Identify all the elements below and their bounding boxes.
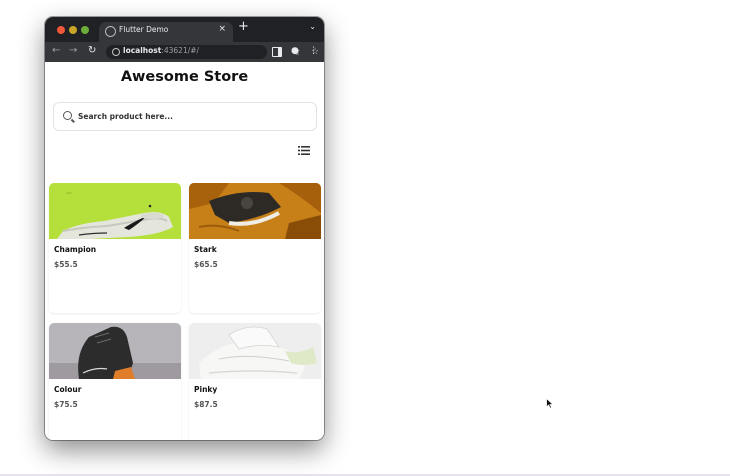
- app-content: Awesome Store Search product here... Cha…: [45, 62, 324, 440]
- new-tab-button[interactable]: +: [238, 20, 249, 34]
- profile-icon[interactable]: ●: [291, 46, 299, 56]
- product-name: Champion: [54, 245, 97, 254]
- product-price: $75.5: [54, 400, 78, 409]
- product-card-stark[interactable]: Stark $65.5: [189, 183, 321, 313]
- product-card-pinky[interactable]: Pinky $87.5: [189, 323, 321, 440]
- product-image-colour: [49, 323, 181, 379]
- product-card-champion[interactable]: Champion $55.5: [49, 183, 181, 313]
- minimize-window-button[interactable]: [69, 26, 77, 34]
- search-icon: [63, 111, 72, 120]
- tab-strip: Flutter Demo × + ⌄: [45, 17, 324, 42]
- browser-window: Flutter Demo × + ⌄ ← → ↻ localhost:43621…: [45, 17, 324, 440]
- product-price: $55.5: [54, 260, 78, 269]
- tab-title: Flutter Demo: [119, 25, 169, 34]
- mouse-cursor-icon: [546, 398, 554, 409]
- list-view-icon[interactable]: [298, 146, 310, 155]
- side-panel-icon[interactable]: [272, 47, 282, 57]
- product-price: $87.5: [194, 400, 218, 409]
- tab-flutter-demo[interactable]: Flutter Demo ×: [99, 22, 233, 42]
- url-text: localhost:43621/#/: [123, 46, 199, 55]
- browser-menu-icon[interactable]: ⋮: [309, 46, 318, 56]
- forward-button[interactable]: →: [69, 45, 77, 57]
- product-image-stark: [189, 183, 321, 239]
- product-image-pinky: [189, 323, 321, 379]
- url-port-path: :43621/#/: [161, 46, 200, 55]
- product-price: $65.5: [194, 260, 218, 269]
- search-input[interactable]: [78, 108, 303, 124]
- url-host: localhost: [123, 46, 162, 55]
- tab-search-button[interactable]: ⌄: [309, 22, 316, 31]
- product-name: Stark: [194, 245, 217, 254]
- page-title: Awesome Store: [120, 69, 249, 85]
- product-name: Colour: [54, 385, 82, 394]
- maximize-window-button[interactable]: [81, 26, 89, 34]
- close-window-button[interactable]: [57, 26, 65, 34]
- product-name: Pinky: [194, 385, 218, 394]
- back-button[interactable]: ←: [52, 45, 60, 57]
- search-field[interactable]: [53, 102, 317, 131]
- tab-close-icon[interactable]: ×: [218, 24, 226, 34]
- reload-button[interactable]: ↻: [88, 45, 96, 57]
- site-info-icon[interactable]: [112, 48, 120, 56]
- globe-icon: [105, 26, 116, 37]
- address-bar[interactable]: localhost:43621/#/ ⇪ ☆: [106, 45, 319, 59]
- browser-toolbar: ← → ↻ localhost:43621/#/ ⇪ ☆ ● ⋮: [45, 42, 324, 62]
- product-image-champion: [49, 183, 181, 239]
- product-card-colour[interactable]: Colour $75.5: [49, 323, 181, 440]
